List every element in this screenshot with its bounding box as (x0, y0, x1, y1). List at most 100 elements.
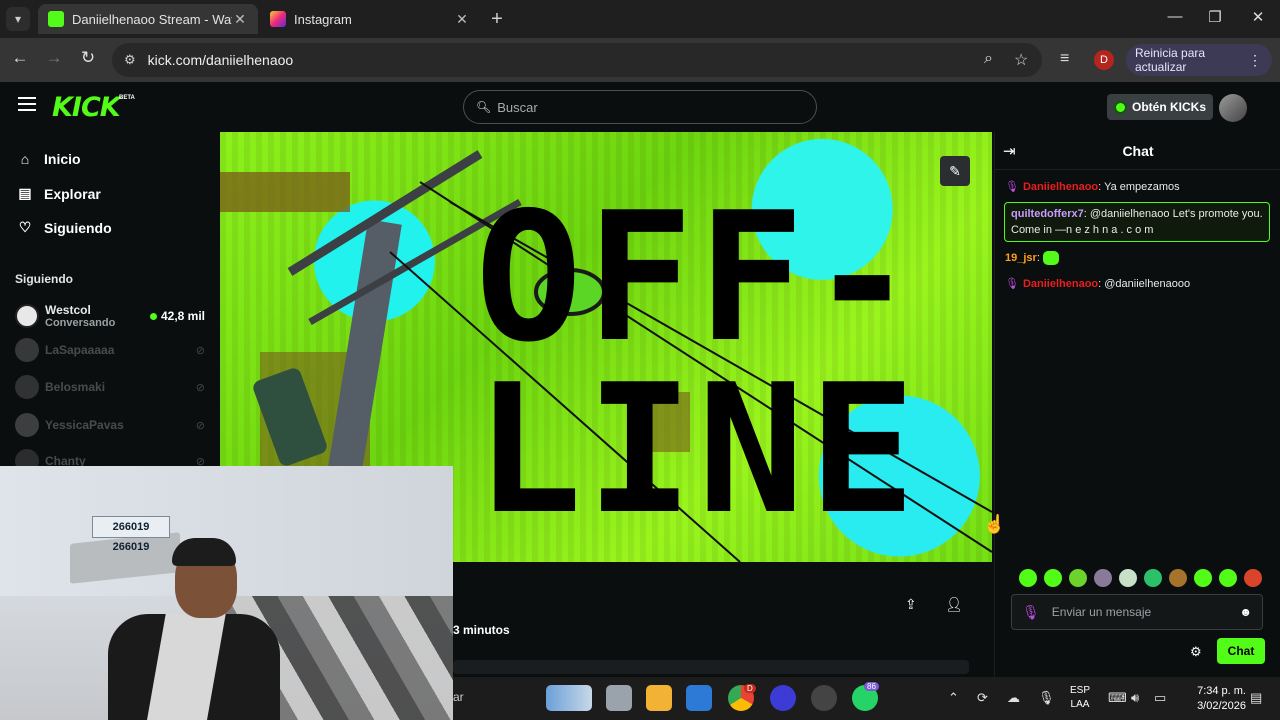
store-icon[interactable] (686, 685, 712, 711)
follow-user-icon[interactable]: 👤︎ (945, 596, 963, 613)
channel-name: YessicaPavas (45, 418, 124, 432)
user-avatar[interactable] (1219, 94, 1247, 122)
following-item-yessicapavas[interactable]: YessicaPavas ⊘ (15, 411, 205, 439)
emoji-picker-icon[interactable]: ☻ (1239, 605, 1252, 619)
microphone-tray-icon[interactable]: 🎙︎ (1038, 690, 1055, 706)
nav-inicio[interactable]: ⌂ Inicio (16, 151, 81, 167)
browser-tab-strip: ▾ Daniielhenaoo Stream - Watch ✕ Instagr… (0, 0, 1280, 38)
nav-siguiendo[interactable]: ♡ Siguiendo (16, 219, 112, 236)
get-kicks-label: Obtén KICKs (1132, 100, 1207, 114)
profile-avatar[interactable]: D (1094, 50, 1114, 70)
emote-icon[interactable] (1019, 569, 1037, 587)
browser-toolbar: ← → ↻ ⚙ kick.com/daniielhenaoo ⌕ ☆ ≡ D R… (0, 38, 1280, 82)
avatar (15, 413, 39, 437)
channel-name: Belosmaki (45, 380, 106, 394)
chat-username[interactable]: quiltedofferx7 (1011, 208, 1084, 220)
emote-icon[interactable] (1069, 569, 1087, 587)
chat-username[interactable]: Daniielhenaoo (1023, 278, 1098, 290)
emote-icon[interactable] (1044, 569, 1062, 587)
new-tab-button[interactable]: + (486, 8, 508, 31)
offline-line-2: LINE (475, 346, 920, 553)
following-item-westcol[interactable]: Westcol Conversando 42,8 mil (15, 298, 205, 334)
weather-widget-icon[interactable] (546, 685, 592, 711)
emote-icon[interactable] (1169, 569, 1187, 587)
explore-icon: ▤ (18, 185, 32, 201)
kick-icon (48, 11, 64, 27)
close-tab-icon[interactable]: ✕ (232, 11, 248, 28)
nav-explorar[interactable]: ▤ Explorar (16, 185, 101, 202)
update-button[interactable]: Reinicia para actualizar ⋮ (1126, 44, 1272, 76)
cloud-icon[interactable]: ☁ (1007, 690, 1020, 706)
emote-icon[interactable] (1144, 569, 1162, 587)
nav-label: Inicio (44, 151, 81, 167)
heart-icon: ♡ (18, 219, 32, 235)
network-icon[interactable]: ⌨ (1108, 690, 1127, 706)
app-icon[interactable] (770, 685, 796, 711)
chat-message-input[interactable]: 🎙︎ Enviar un mensaje ☻ (1011, 594, 1263, 630)
nav-label: Explorar (44, 185, 101, 202)
beta-badge: BETA (119, 95, 135, 101)
search-input[interactable]: 🔍︎ Buscar (463, 90, 817, 124)
back-button[interactable]: ← (8, 48, 32, 68)
following-item-lasapaaaaa[interactable]: LaSapaaaaa ⊘ (15, 336, 205, 364)
media-control-icon[interactable]: ≡ (1060, 50, 1069, 68)
sync-icon[interactable]: ⟳ (977, 690, 988, 706)
address-bar[interactable]: ⚙ kick.com/daniielhenaoo (112, 43, 1042, 77)
emote-icon[interactable] (1119, 569, 1137, 587)
following-item-belosmaki[interactable]: Belosmaki ⊘ (15, 373, 205, 401)
emote-icon[interactable] (1094, 569, 1112, 587)
task-view-icon[interactable] (606, 685, 632, 711)
chat-title: Chat (1122, 143, 1154, 159)
file-explorer-icon[interactable] (646, 685, 672, 711)
maximize-button[interactable]: ❐ (1200, 8, 1230, 26)
emote-icon[interactable] (1219, 569, 1237, 587)
chat-settings-icon[interactable]: ⚙ (1190, 644, 1202, 660)
share-icon[interactable]: ⇪ (905, 596, 917, 613)
chat-username[interactable]: 19_jsr (1005, 252, 1037, 264)
horizontal-scrollbar[interactable] (453, 660, 969, 674)
chat-text: : Ya empezamos (1098, 181, 1180, 193)
get-kicks-button[interactable]: Obtén KICKs (1107, 94, 1213, 120)
chat-panel: ⇥ Chat 🎙︎ Daniielhenaoo: Ya empezamos qui… (994, 132, 1280, 677)
channel-name: LaSapaaaaa (45, 343, 115, 357)
viewer-count: 42,8 mil (149, 309, 205, 323)
tab-kick[interactable]: Daniielhenaoo Stream - Watch ✕ (38, 4, 258, 34)
send-chat-button[interactable]: Chat (1217, 638, 1265, 664)
left-sidebar: ⌂ Inicio ▤ Explorar ♡ Siguiendo Siguiend… (0, 132, 215, 473)
chat-header: ⇥ Chat (995, 132, 1280, 170)
pencil-icon[interactable]: ✎ (940, 156, 970, 186)
obs-icon[interactable] (811, 685, 837, 711)
taskbar-search-tail[interactable]: ar (453, 690, 464, 704)
site-info-icon[interactable]: ⚙ (124, 52, 136, 68)
tab-title: Instagram (294, 11, 352, 27)
following-section-title: Siguiendo (15, 272, 73, 286)
chat-message: 19_jsr: (1005, 250, 1271, 266)
url-text: kick.com/daniielhenaoo (147, 52, 294, 68)
zoom-icon[interactable]: ⌕ (984, 50, 993, 68)
menu-icon[interactable] (18, 97, 36, 111)
volume-icon[interactable]: 🔊︎ (1131, 690, 1139, 706)
emote-icon[interactable] (1194, 569, 1212, 587)
offline-banner: OFF- LINE (475, 174, 975, 553)
battery-icon[interactable]: ▭ (1154, 690, 1166, 706)
offline-line-1: OFF- (475, 174, 920, 381)
reload-button[interactable]: ↻ (76, 48, 100, 68)
chat-username[interactable]: Daniielhenaoo (1023, 181, 1098, 193)
bookmark-star-icon[interactable]: ☆ (1014, 50, 1028, 70)
tab-search-button[interactable]: ▾ (6, 7, 30, 31)
menu-dots-icon[interactable]: ⋮ (1248, 52, 1262, 69)
taskbar-clock[interactable]: 7:34 p. m. 3/02/2026 (1184, 684, 1246, 714)
tab-instagram[interactable]: Instagram ✕ (260, 4, 480, 34)
input-language[interactable]: ESP LAA (1070, 684, 1090, 712)
kick-logo[interactable]: KICK (52, 92, 121, 123)
close-tab-icon[interactable]: ✕ (454, 11, 470, 28)
live-dot-icon (149, 312, 157, 320)
instagram-icon (270, 11, 286, 27)
emote-icon[interactable] (1244, 569, 1262, 587)
tray-overflow-icon[interactable]: ⌃ (948, 690, 959, 706)
notification-icon[interactable]: ▤ (1250, 690, 1262, 706)
minimize-button[interactable]: — (1160, 8, 1190, 25)
whatsapp-badge: 86 (864, 682, 879, 691)
close-window-button[interactable]: ✕ (1243, 8, 1273, 26)
forward-button[interactable]: → (42, 48, 66, 68)
